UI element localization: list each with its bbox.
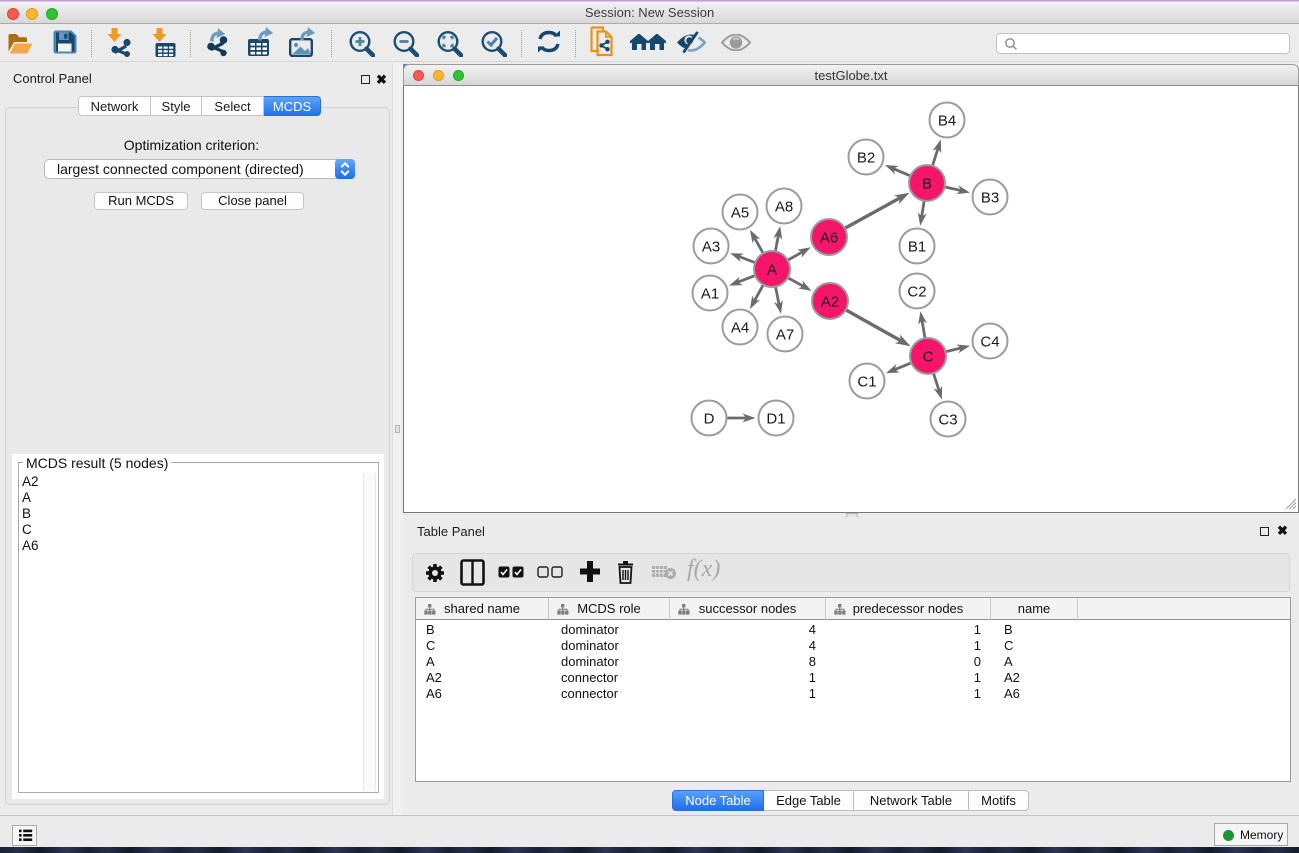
svg-text:B1: B1	[908, 239, 926, 256]
svg-text:B4: B4	[938, 113, 956, 130]
svg-text:A8: A8	[775, 199, 793, 216]
svg-text:B2: B2	[857, 150, 875, 167]
svg-text:A4: A4	[731, 320, 749, 337]
svg-text:A: A	[767, 262, 777, 279]
svg-text:A7: A7	[776, 327, 794, 344]
svg-text:A6: A6	[820, 230, 838, 247]
svg-text:A5: A5	[731, 205, 749, 222]
svg-text:C2: C2	[907, 284, 926, 301]
svg-text:C1: C1	[857, 374, 876, 391]
svg-text:C3: C3	[938, 412, 957, 429]
svg-text:C4: C4	[980, 334, 999, 351]
svg-text:D1: D1	[766, 411, 785, 428]
svg-text:B: B	[922, 176, 932, 193]
svg-text:A3: A3	[702, 239, 720, 256]
svg-text:C: C	[923, 349, 934, 366]
svg-text:D: D	[704, 411, 715, 428]
svg-text:A1: A1	[701, 286, 719, 303]
svg-text:B3: B3	[981, 190, 999, 207]
svg-text:A2: A2	[821, 294, 839, 311]
